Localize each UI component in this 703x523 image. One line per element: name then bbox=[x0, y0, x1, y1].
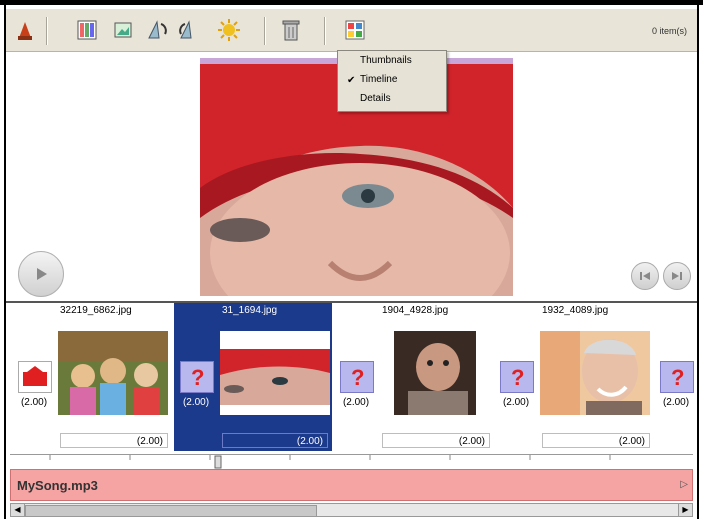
slide-filename: 1932_4089.jpg bbox=[542, 305, 609, 316]
play-icon bbox=[37, 268, 47, 280]
slide-filename: 32219_6862.jpg bbox=[60, 305, 132, 316]
transition-tile[interactable]: ? (2.00) bbox=[334, 303, 378, 451]
transition-question-icon: ? bbox=[660, 361, 694, 393]
svg-text:?: ? bbox=[671, 365, 684, 389]
transition-tile[interactable]: ? (2.00) bbox=[174, 303, 218, 451]
transition-tile[interactable]: (2.00) bbox=[12, 303, 56, 451]
next-button[interactable] bbox=[663, 262, 691, 290]
slide-duration: (2.00) bbox=[60, 433, 168, 448]
timeline-slide[interactable]: 32219_6862.jpg (2.00) bbox=[56, 303, 172, 451]
transition-tile[interactable]: ? (2.00) bbox=[654, 303, 698, 451]
slide-filename: 1904_4928.jpg bbox=[382, 305, 449, 316]
audio-expand-icon[interactable]: ▷ bbox=[680, 479, 688, 490]
start-transition-icon bbox=[18, 361, 52, 393]
checkmark-icon: ✔ bbox=[347, 75, 356, 86]
effects-sun-icon[interactable] bbox=[216, 17, 242, 43]
menu-item-details[interactable]: Details bbox=[360, 93, 391, 104]
transition-question-icon: ? bbox=[180, 361, 214, 393]
timeline-slide[interactable]: 1932_4089.jpg (2.00) bbox=[538, 303, 654, 451]
audio-track[interactable]: MySong.mp3 ▷ bbox=[10, 469, 693, 501]
toolbar-separator bbox=[264, 17, 266, 45]
transition-tile[interactable]: ? (2.00) bbox=[494, 303, 538, 451]
slide-thumbnail bbox=[58, 331, 168, 415]
menu-item-timeline[interactable]: Timeline bbox=[360, 74, 397, 85]
horizontal-scrollbar[interactable]: ◀ ▶ bbox=[10, 503, 693, 517]
slide-thumbnail bbox=[394, 331, 476, 415]
previous-button[interactable] bbox=[631, 262, 659, 290]
play-button[interactable] bbox=[18, 251, 64, 297]
scroll-left-arrow[interactable]: ◀ bbox=[11, 504, 25, 516]
toolbar: 0 item(s) bbox=[6, 9, 697, 52]
transition-duration: (2.00) bbox=[182, 397, 210, 408]
previous-icon bbox=[640, 272, 650, 280]
next-icon bbox=[672, 272, 682, 280]
items-count: 0 item(s) bbox=[651, 26, 687, 36]
scroll-thumb[interactable] bbox=[25, 505, 317, 517]
delete-trash-icon[interactable] bbox=[278, 17, 304, 43]
svg-text:?: ? bbox=[351, 365, 364, 389]
svg-text:?: ? bbox=[511, 365, 524, 389]
transition-question-icon: ? bbox=[500, 361, 534, 393]
scroll-right-arrow[interactable]: ▶ bbox=[678, 504, 692, 516]
timeline-slide-selected[interactable]: 31_1694.jpg (2.00) bbox=[218, 303, 332, 451]
transition-question-icon: ? bbox=[340, 361, 374, 393]
menu-item-thumbnails[interactable]: Thumbnails bbox=[360, 55, 412, 66]
rotate-right-icon[interactable] bbox=[176, 17, 202, 43]
slide-duration: (2.00) bbox=[382, 433, 490, 448]
import-icon[interactable] bbox=[12, 17, 38, 43]
slide-thumbnail bbox=[540, 331, 650, 415]
slide-duration: (2.00) bbox=[222, 433, 328, 448]
slide-thumbnail bbox=[220, 331, 330, 415]
transition-duration: (2.00) bbox=[662, 397, 690, 408]
toolbar-separator bbox=[46, 17, 48, 45]
view-mode-menu: Thumbnails ✔ Timeline Details bbox=[337, 50, 447, 112]
view-mode-icon[interactable] bbox=[342, 17, 368, 43]
image-icon[interactable] bbox=[110, 17, 136, 43]
time-ruler[interactable] bbox=[10, 454, 693, 469]
color-grid-icon[interactable] bbox=[74, 17, 100, 43]
svg-text:?: ? bbox=[191, 365, 204, 389]
audio-track-label: MySong.mp3 bbox=[17, 478, 98, 493]
transition-duration: (2.00) bbox=[342, 397, 370, 408]
toolbar-separator bbox=[324, 17, 326, 45]
transition-duration: (2.00) bbox=[502, 397, 530, 408]
slide-duration: (2.00) bbox=[542, 433, 650, 448]
slide-filename: 31_1694.jpg bbox=[222, 305, 278, 316]
rotate-left-icon[interactable] bbox=[144, 17, 170, 43]
timeline-slide[interactable]: 1904_4928.jpg (2.00) bbox=[378, 303, 494, 451]
transition-duration: (2.00) bbox=[20, 397, 48, 408]
